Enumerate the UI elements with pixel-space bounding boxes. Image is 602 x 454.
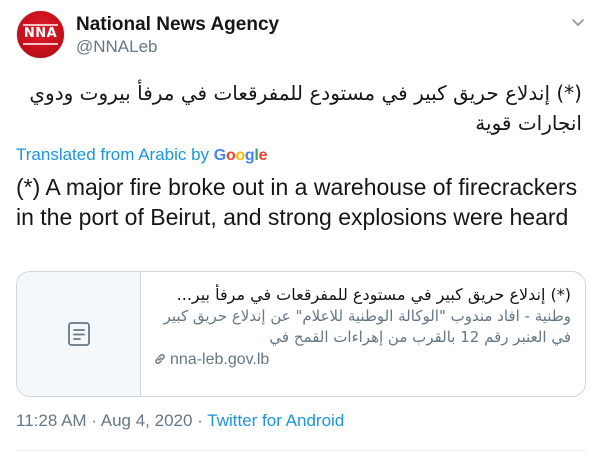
link-card-body[interactable]: (*) إندلاع حريق كبير في مستودع للمفرقعات…	[153, 284, 571, 371]
tweet: NNA National News Agency @NNALeb (*) إند…	[0, 0, 602, 454]
link-card-domain-text: nna-leb.gov.lb	[170, 351, 270, 368]
display-name[interactable]: National News Agency	[76, 14, 279, 36]
translated-label[interactable]: Translated from Arabic by	[16, 145, 209, 164]
tweet-header: NNA National News Agency @NNALeb	[16, 10, 586, 60]
meta-separator: ·	[86, 411, 101, 430]
tweet-meta: 11:28 AM · Aug 4, 2020 · Twitter for And…	[16, 410, 344, 432]
tweet-date[interactable]: Aug 4, 2020	[101, 411, 193, 430]
meta-separator: ·	[192, 411, 208, 430]
chevron-down-icon[interactable]	[570, 14, 586, 30]
avatar[interactable]: NNA	[16, 10, 65, 59]
link-icon	[155, 354, 165, 364]
author-names[interactable]: National News Agency @NNALeb	[76, 14, 279, 58]
link-card-title: (*) إندلاع حريق كبير في مستودع للمفرقعات…	[176, 285, 571, 304]
tweet-text-arabic: (*) إندلاع حريق كبير في مستودع للمفرقعات…	[29, 81, 582, 135]
google-logo: Google	[213, 147, 268, 164]
link-card-thumbnail[interactable]	[17, 272, 141, 396]
tweet-text-english: (*) A major fire broke out in a warehous…	[16, 174, 578, 230]
avatar-stripe	[23, 43, 58, 45]
link-card-domain: nna-leb.gov.lb	[153, 349, 571, 371]
tweet-time[interactable]: 11:28 AM	[16, 411, 87, 430]
handle[interactable]: @NNALeb	[76, 36, 279, 58]
link-card-description: وطنية - افاد مندوب "الوكالة الوطنية للاع…	[163, 307, 571, 346]
link-card[interactable]: (*) إندلاع حريق كبير في مستودع للمفرقعات…	[16, 271, 586, 397]
avatar-logo-text: NNA	[23, 26, 58, 41]
divider	[16, 450, 586, 451]
translation-attribution[interactable]: Translated from Arabic by Google	[16, 144, 267, 167]
tweet-source[interactable]: Twitter for Android	[207, 411, 344, 430]
document-icon	[68, 322, 90, 346]
